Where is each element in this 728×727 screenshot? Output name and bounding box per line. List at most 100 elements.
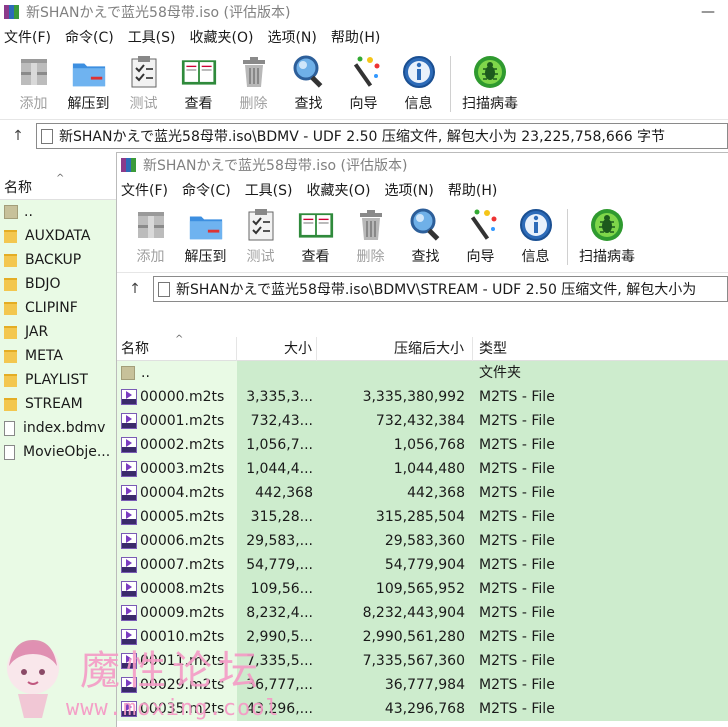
wizard-button[interactable]: 向导	[336, 50, 391, 113]
name-cell: 00006.m2ts	[117, 529, 237, 553]
menu-tools[interactable]: 工具(S)	[245, 180, 293, 200]
scan-virus-label: 扫描病毒	[462, 96, 518, 112]
table-row-parent[interactable]: .. 文件夹	[117, 361, 728, 385]
menu-options[interactable]: 选项(N)	[267, 27, 316, 47]
menu-help[interactable]: 帮助(H)	[331, 27, 380, 47]
menu-file[interactable]: 文件(F)	[121, 180, 168, 200]
title-bar[interactable]: 新SHANかえで蓝光58母带.iso (评估版本) —	[0, 0, 728, 24]
list-item[interactable]: BACKUP	[0, 248, 116, 272]
menu-favorites[interactable]: 收藏夹(O)	[307, 180, 371, 200]
list-item[interactable]: PLAYLIST	[0, 368, 116, 392]
list-item[interactable]: BDJO	[0, 272, 116, 296]
folder-icon	[4, 325, 17, 339]
scan-virus-button[interactable]: 扫描病毒	[572, 203, 642, 266]
menu-bar: 文件(F) 命令(C) 工具(S) 收藏夹(O) 选项(N) 帮助(H)	[117, 177, 728, 203]
type-cell: M2TS - File	[473, 673, 728, 697]
info-button[interactable]: 信息	[391, 50, 446, 113]
table-row[interactable]: 00006.m2ts 29,583,... 29,583,360 M2TS - Fil…	[117, 529, 728, 553]
up-arrow-icon[interactable]: ↑	[0, 128, 36, 144]
type-cell: M2TS - File	[473, 409, 728, 433]
type-cell: M2TS - File	[473, 697, 728, 721]
menu-tools[interactable]: 工具(S)	[128, 27, 176, 47]
address-bar[interactable]: 新SHANかえで蓝光58母带.iso\BDMV - UDF 2.50 压缩文件,…	[36, 123, 728, 149]
delete-button[interactable]: 删除	[343, 203, 398, 266]
delete-button[interactable]: 删除	[226, 50, 281, 113]
list-item[interactable]: index.bdmv	[0, 416, 116, 440]
minimize-button[interactable]: —	[688, 0, 728, 24]
table-row[interactable]: 00002.m2ts 1,056,7... 1,056,768 M2TS - File	[117, 433, 728, 457]
table-row[interactable]: 00001.m2ts 732,43... 732,432,384 M2TS - Fil…	[117, 409, 728, 433]
name-text: 00029.m2ts	[140, 677, 225, 693]
list-item-label: PLAYLIST	[25, 372, 88, 388]
add-icon	[133, 207, 169, 243]
menu-commands[interactable]: 命令(C)	[182, 180, 231, 200]
table-row[interactable]: 00007.m2ts 54,779,... 54,779,904 M2TS - Fil…	[117, 553, 728, 577]
add-button[interactable]: 添加	[123, 203, 178, 266]
menu-help[interactable]: 帮助(H)	[448, 180, 497, 200]
view-book-icon	[298, 207, 334, 243]
table-row[interactable]: 00005.m2ts 315,28... 315,285,504 M2TS - Fil…	[117, 505, 728, 529]
menu-file[interactable]: 文件(F)	[4, 27, 51, 47]
view-button[interactable]: 查看	[288, 203, 343, 266]
wizard-wand-icon	[463, 207, 499, 243]
m2ts-file-icon	[121, 437, 137, 453]
menu-favorites[interactable]: 收藏夹(O)	[190, 27, 254, 47]
list-item[interactable]: AUXDATA	[0, 224, 116, 248]
type-cell: M2TS - File	[473, 577, 728, 601]
add-button[interactable]: 添加	[6, 50, 61, 113]
wizard-button[interactable]: 向导	[453, 203, 508, 266]
list-item-label: STREAM	[25, 396, 83, 412]
table-row[interactable]: 00004.m2ts 442,368 442,368 M2TS - File	[117, 481, 728, 505]
size-cell: 7,335,5...	[237, 649, 317, 673]
test-button[interactable]: 测试	[116, 50, 171, 113]
find-button[interactable]: 查找	[281, 50, 336, 113]
list-item-parent[interactable]: ..	[0, 200, 116, 224]
menu-options[interactable]: 选项(N)	[384, 180, 433, 200]
find-magnifier-icon	[408, 207, 444, 243]
list-item[interactable]: META	[0, 344, 116, 368]
archive-file-icon	[158, 281, 170, 297]
column-header-size[interactable]: 大小	[237, 336, 317, 361]
table-row[interactable]: 00011.m2ts 7,335,5... 7,335,567,360 M2TS - …	[117, 649, 728, 673]
add-label: 添加	[19, 96, 48, 112]
size-cell: 732,43...	[237, 409, 317, 433]
column-header-type[interactable]: 类型	[473, 337, 728, 361]
info-button[interactable]: 信息	[508, 203, 563, 266]
table-row[interactable]: 00003.m2ts 1,044,4... 1,044,480 M2TS - File	[117, 457, 728, 481]
name-cell: 00029.m2ts	[117, 673, 237, 697]
extract-button[interactable]: 解压到	[178, 203, 233, 266]
size-cell: 1,044,4...	[237, 457, 317, 481]
table-row[interactable]: 00010.m2ts 2,990,5... 2,990,561,280 M2TS - …	[117, 625, 728, 649]
list-item[interactable]: MovieObje...	[0, 440, 116, 464]
list-item-label: BDJO	[25, 276, 61, 292]
size-cell: 8,232,4...	[237, 601, 317, 625]
list-item[interactable]: STREAM	[0, 392, 116, 416]
table-row[interactable]: 00000.m2ts 3,335,3... 3,335,380,992 M2TS - …	[117, 385, 728, 409]
view-button[interactable]: 查看	[171, 50, 226, 113]
address-text: 新SHANかえで蓝光58母带.iso\BDMV\STREAM - UDF 2.5…	[176, 282, 697, 298]
find-button[interactable]: 查找	[398, 203, 453, 266]
up-arrow-icon[interactable]: ↑	[117, 281, 153, 297]
parent-folder-icon	[4, 205, 18, 219]
folder-icon	[4, 301, 17, 315]
list-item[interactable]: JAR	[0, 320, 116, 344]
extract-label: 解压到	[67, 96, 110, 112]
menu-commands[interactable]: 命令(C)	[65, 27, 114, 47]
extract-folder-icon	[188, 207, 224, 243]
scan-virus-button[interactable]: 扫描病毒	[455, 50, 525, 113]
find-magnifier-icon	[291, 54, 327, 90]
list-item[interactable]: CLIPINF	[0, 296, 116, 320]
size-cell: 2,990,5...	[237, 625, 317, 649]
table-row[interactable]: 00029.m2ts 36,777,... 36,777,984 M2TS - Fil…	[117, 673, 728, 697]
packed-cell	[317, 361, 473, 385]
test-button[interactable]: 测试	[233, 203, 288, 266]
address-bar[interactable]: 新SHANかえで蓝光58母带.iso\BDMV\STREAM - UDF 2.5…	[153, 276, 728, 302]
extract-button[interactable]: 解压到	[61, 50, 116, 113]
info-label: 信息	[521, 249, 550, 265]
table-row[interactable]: 00035.m2ts 43,296,... 43,296,768 M2TS - Fil…	[117, 697, 728, 721]
column-header-packed[interactable]: 压缩后大小	[317, 336, 473, 361]
table-row[interactable]: 00008.m2ts 109,56... 109,565,952 M2TS - Fil…	[117, 577, 728, 601]
table-row[interactable]: 00009.m2ts 8,232,4... 8,232,443,904 M2TS - …	[117, 601, 728, 625]
title-bar[interactable]: 新SHANかえで蓝光58母带.iso (评估版本)	[117, 153, 728, 177]
toolbar-separator	[567, 209, 568, 265]
